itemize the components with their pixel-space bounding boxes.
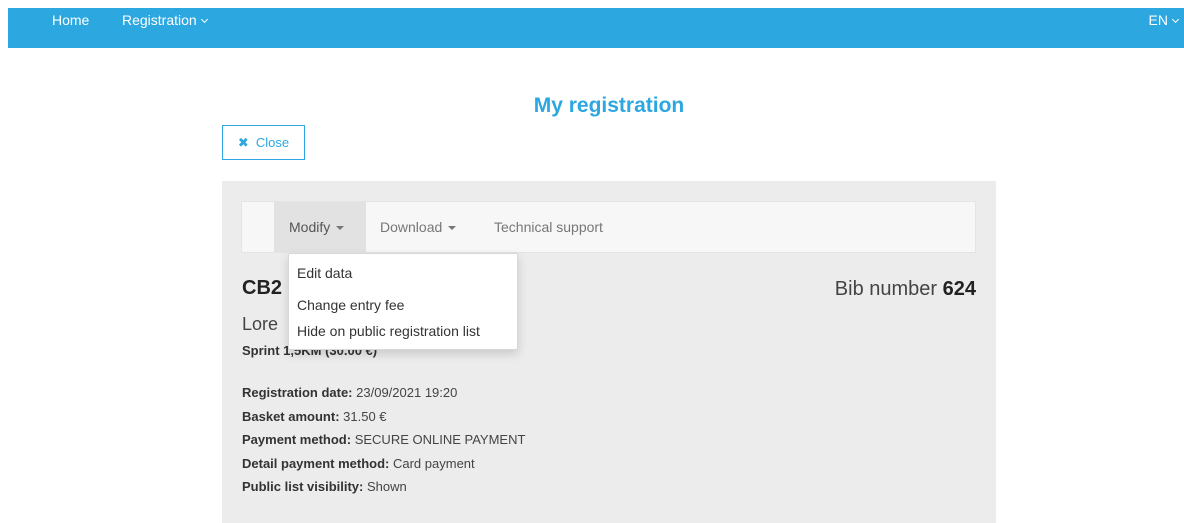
nav-home-link[interactable]: Home [52, 12, 89, 28]
close-button-label: Close [255, 135, 290, 150]
detail-value: Shown [367, 479, 407, 494]
page-title: My registration [533, 94, 685, 117]
modify-dropdown-menu: Edit data Change entry fee Hide on publi… [288, 253, 518, 350]
modify-label: Modify [289, 219, 331, 235]
detail-value: SECURE ONLINE PAYMENT [354, 432, 526, 447]
nav-registration-menu[interactable]: Registration [122, 12, 208, 28]
download-label: Download [380, 219, 443, 235]
top-navbar: Home Registration EN [8, 8, 1184, 48]
detail-label: Public list visibility: [242, 479, 364, 494]
language-label: EN [1148, 12, 1168, 28]
close-button[interactable]: ✖ Close [222, 125, 305, 160]
detail-row-payment-method: Payment method: SECURE ONLINE PAYMENT [242, 432, 525, 456]
detail-label: Payment method: [242, 432, 352, 447]
detail-row-basket: Basket amount: 31.50 € [242, 409, 525, 433]
detail-label: Basket amount: [242, 408, 340, 424]
caret-down-icon [448, 226, 457, 230]
download-menu-button[interactable]: Download [380, 202, 457, 252]
menu-item-change-entry-fee[interactable]: Change entry fee [297, 297, 404, 313]
participant-name: Lore [242, 314, 279, 334]
detail-value: Card payment [392, 455, 475, 471]
detail-value: 23/09/2021 19:20 [356, 385, 458, 400]
registration-panel: Modify Download Technical support CB2 Bi… [222, 181, 996, 523]
registration-code: CB2 [242, 277, 283, 299]
detail-label: Detail payment method: [242, 455, 390, 471]
bib-value: 624 [942, 278, 976, 300]
caret-down-icon [336, 226, 345, 230]
menu-item-edit-data[interactable]: Edit data [297, 265, 352, 281]
technical-support-link[interactable]: Technical support [494, 202, 603, 252]
close-icon: ✖ [237, 134, 249, 150]
detail-value: 31.50 € [343, 408, 387, 424]
chevron-down-icon [1171, 15, 1180, 24]
modify-menu-button[interactable]: Modify [274, 202, 366, 252]
menu-item-hide-public-list[interactable]: Hide on public registration list [297, 323, 480, 339]
nav-registration-label: Registration [122, 12, 197, 28]
detail-label: Registration date: [242, 385, 353, 400]
language-selector[interactable]: EN [1148, 12, 1180, 28]
detail-row-date: Registration date: 23/09/2021 19:20 [242, 385, 525, 409]
registration-details: Registration date: 23/09/2021 19:20 Bask… [242, 385, 525, 503]
chevron-down-icon [200, 15, 208, 24]
registration-toolbar: Modify Download Technical support [241, 201, 976, 253]
detail-row-payment-detail: Detail payment method: Card payment [242, 456, 525, 480]
bib-label: Bib number [834, 278, 938, 300]
bib-number: Bib number 624 [835, 278, 976, 301]
detail-row-visibility: Public list visibility: Shown [242, 479, 525, 503]
